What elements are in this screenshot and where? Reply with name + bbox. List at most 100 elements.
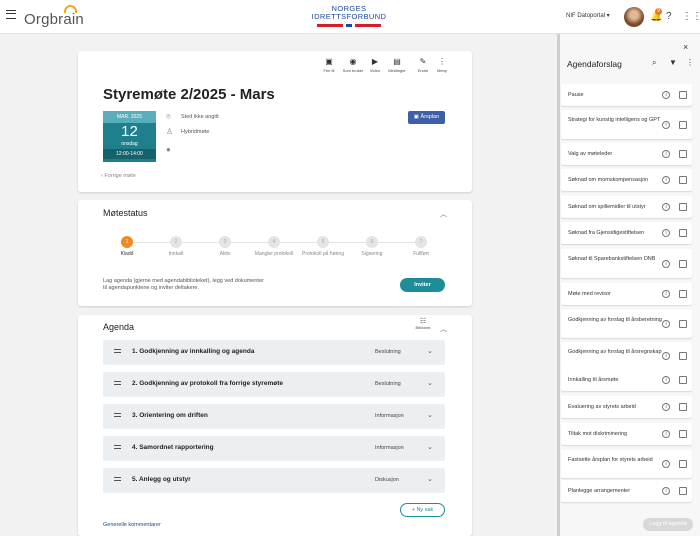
info-icon[interactable]: i bbox=[662, 229, 670, 237]
new-item-button[interactable]: + Ny sak bbox=[400, 503, 445, 517]
status-step: 2 bbox=[170, 236, 182, 248]
drag-handle-icon[interactable] bbox=[114, 477, 121, 481]
toolbar-meny-button[interactable]: ⋮ Meny bbox=[431, 57, 453, 73]
chevron-down-icon[interactable]: ⌄ bbox=[427, 443, 433, 451]
close-icon[interactable]: × bbox=[683, 42, 688, 52]
checkbox[interactable] bbox=[679, 460, 687, 468]
toolbar-video-button[interactable]: ▶ Video bbox=[364, 57, 386, 73]
avatar[interactable] bbox=[624, 7, 644, 27]
chevron-down-icon[interactable]: ⌄ bbox=[427, 379, 433, 387]
help-icon[interactable]: ? bbox=[666, 11, 672, 22]
checkbox[interactable] bbox=[679, 403, 687, 411]
info-icon[interactable]: i bbox=[662, 403, 670, 411]
status-step: 6 bbox=[366, 236, 378, 248]
checkbox[interactable] bbox=[679, 320, 687, 328]
info-icon[interactable]: i bbox=[662, 352, 670, 360]
checkbox[interactable] bbox=[679, 203, 687, 211]
chat-icon: ▤ bbox=[393, 57, 401, 66]
apps-icon[interactable]: ⋮⋮ bbox=[682, 11, 700, 22]
drag-handle-icon[interactable] bbox=[114, 381, 121, 385]
general-comments-link[interactable]: Generelle kommentarer bbox=[103, 522, 161, 528]
suggestion-item[interactable]: Evaluering av styrets arbeid i bbox=[561, 396, 692, 418]
status-step-label: Fullført bbox=[413, 251, 429, 257]
checkbox[interactable] bbox=[679, 290, 687, 298]
info-icon[interactable]: i bbox=[662, 460, 670, 468]
status-step-label: Aktiv bbox=[219, 251, 231, 257]
location-text: Sted ikke angitt bbox=[181, 114, 219, 120]
arsplan-button[interactable]: ▣ Årsplan bbox=[408, 111, 445, 124]
info-icon[interactable]: i bbox=[662, 487, 670, 495]
library-button[interactable]: ☷ Bibliotek bbox=[413, 317, 433, 330]
date-badge: MAR. 2025 12 onsdag 12:00-14:00 bbox=[103, 111, 156, 162]
info-icon[interactable]: i bbox=[662, 121, 670, 129]
drag-handle-icon[interactable] bbox=[114, 413, 121, 417]
chevron-down-icon[interactable]: ⌄ bbox=[427, 475, 433, 483]
chevron-down-icon[interactable]: ⌄ bbox=[427, 411, 433, 419]
agenda-item[interactable]: 3. Orientering om driften Informasjon ⌄ bbox=[103, 404, 445, 429]
status-step: 7 bbox=[415, 236, 427, 248]
portal-select[interactable]: NIF Datoportal ▾ bbox=[566, 12, 610, 19]
status-step: 4 bbox=[268, 236, 280, 248]
suggestion-item[interactable]: Møte med revisor i bbox=[561, 283, 692, 305]
previous-meeting-link[interactable]: ‹ Forrige møte bbox=[101, 173, 136, 179]
status-step: 1 bbox=[121, 236, 133, 248]
info-icon[interactable]: i bbox=[662, 376, 670, 384]
suggestion-item[interactable]: Strategi for kunstig intelligens og GPT i bbox=[561, 110, 692, 139]
checkbox[interactable] bbox=[679, 352, 687, 360]
agenda-item[interactable]: 5. Anlegg og utstyr Diskusjon ⌄ bbox=[103, 468, 445, 493]
search-icon[interactable]: ⌕ bbox=[652, 58, 656, 68]
checkbox[interactable] bbox=[679, 430, 687, 438]
collapse-status-icon[interactable]: ︿ bbox=[440, 209, 447, 219]
app-logo[interactable]: Orgbrain bbox=[24, 11, 84, 28]
checkbox[interactable] bbox=[679, 260, 687, 268]
agenda-item[interactable]: 1. Godkjenning av innkalling og agenda Be… bbox=[103, 340, 445, 365]
info-icon[interactable]: i bbox=[662, 91, 670, 99]
toolbar-meldinger-button[interactable]: ▤ Meldinger bbox=[386, 57, 408, 73]
drag-handle-icon[interactable] bbox=[114, 349, 121, 353]
checkbox[interactable] bbox=[679, 376, 687, 384]
checkbox[interactable] bbox=[679, 91, 687, 99]
suggestion-item[interactable]: Søknad fra Gjensidigestiftelsen i bbox=[561, 222, 692, 244]
menu-icon[interactable] bbox=[6, 10, 16, 19]
suggestion-item[interactable]: Søknad om momskompensasjon i bbox=[561, 169, 692, 191]
toolbar-feri-til-button[interactable]: ▣ Feri til bbox=[318, 57, 340, 73]
info-icon[interactable]: i bbox=[662, 150, 670, 158]
drag-handle-icon[interactable] bbox=[114, 445, 121, 449]
checkbox[interactable] bbox=[679, 150, 687, 158]
checkbox[interactable] bbox=[679, 121, 687, 129]
info-icon[interactable]: i bbox=[662, 320, 670, 328]
filter-icon[interactable]: ▼ bbox=[669, 58, 677, 67]
add-to-agenda-button[interactable]: Legg til agenda bbox=[643, 518, 693, 531]
suggestion-item[interactable]: Valg av møteleder i bbox=[561, 143, 692, 165]
suggestion-item[interactable]: Søknad til Sparebankstiftelsen DNB i bbox=[561, 249, 692, 278]
suggestion-item[interactable]: Fastsette årsplan for styrets arbeid i bbox=[561, 450, 692, 478]
top-bar: Orgbrain NORGES IDRETTSFORBUND NIF Datop… bbox=[0, 0, 700, 34]
suggestion-item[interactable]: Innkalling til årsmøte i bbox=[561, 369, 692, 391]
invite-button[interactable]: Inviter bbox=[400, 278, 445, 292]
person-icon: ● bbox=[166, 145, 171, 154]
checkbox[interactable] bbox=[679, 176, 687, 184]
agenda-item[interactable]: 4. Samordnet rapportering Informasjon ⌄ bbox=[103, 436, 445, 461]
checkbox[interactable] bbox=[679, 229, 687, 237]
collapse-agenda-icon[interactable]: ︿ bbox=[440, 324, 447, 334]
suggestion-item[interactable]: Godkjenning av forslag til årsberetning i bbox=[561, 310, 692, 338]
hybrid-icon: ♙ bbox=[166, 127, 174, 136]
chevron-down-icon[interactable]: ⌄ bbox=[427, 347, 433, 355]
suggestion-item[interactable]: Godkjenning av forslag til årsregnskap i bbox=[561, 342, 692, 370]
info-icon[interactable]: i bbox=[662, 430, 670, 438]
status-step: 5 bbox=[317, 236, 329, 248]
suggestion-item[interactable]: Planlegge arrangementer i bbox=[561, 480, 692, 502]
more-icon[interactable]: ⋮ bbox=[686, 58, 694, 67]
agenda-item[interactable]: 2. Godkjenning av protokoll fra forrige … bbox=[103, 372, 445, 397]
checkbox[interactable] bbox=[679, 487, 687, 495]
info-icon[interactable]: i bbox=[662, 260, 670, 268]
suggestion-item[interactable]: Tiltak mot diskriminering i bbox=[561, 423, 692, 445]
info-icon[interactable]: i bbox=[662, 290, 670, 298]
nif-logo: NORGES IDRETTSFORBUND bbox=[307, 5, 391, 27]
toolbar-som-bruker-button[interactable]: ◉ Som bruker bbox=[342, 57, 364, 73]
calendar-icon: ▣ bbox=[325, 57, 333, 66]
suggestion-item[interactable]: Pause i bbox=[561, 84, 692, 106]
info-icon[interactable]: i bbox=[662, 203, 670, 211]
info-icon[interactable]: i bbox=[662, 176, 670, 184]
suggestion-item[interactable]: Søknad om spillemidler til utstyr i bbox=[561, 196, 692, 218]
